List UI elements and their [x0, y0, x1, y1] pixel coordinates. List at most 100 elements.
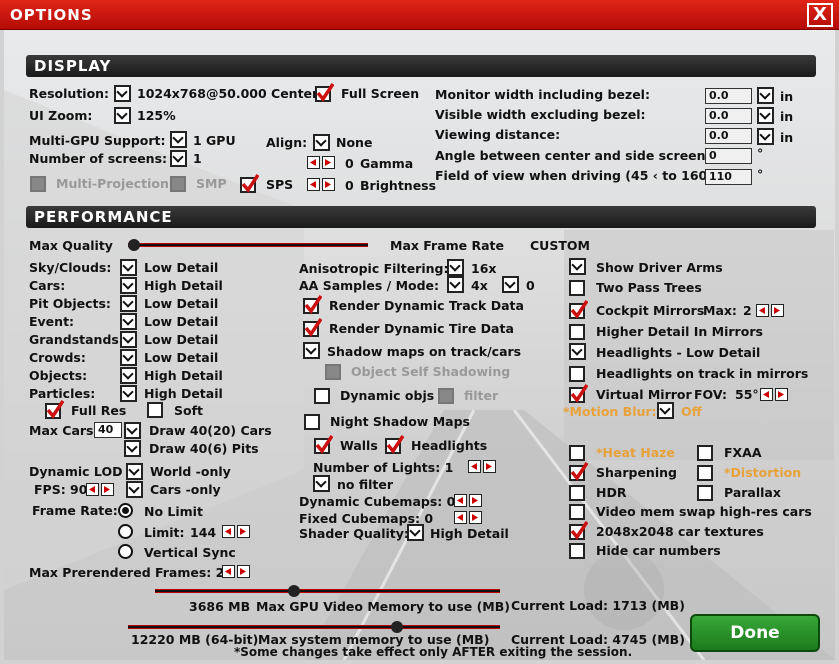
car-textures-checkbox[interactable] — [569, 521, 588, 540]
event-dropdown[interactable] — [120, 313, 137, 330]
monitor-width-input[interactable]: 0.0 — [705, 88, 752, 104]
sharpening-label: Sharpening — [596, 465, 677, 480]
gpu-memory-slider[interactable] — [155, 585, 500, 597]
vsync-radio[interactable] — [118, 544, 133, 559]
full-res-checkbox[interactable] — [45, 400, 64, 419]
dynamic-lod-dropdown[interactable] — [126, 463, 143, 480]
fps-increase-arrow[interactable] — [101, 483, 114, 496]
viewing-distance-input[interactable]: 0.0 — [705, 128, 752, 144]
lights-increase-arrow[interactable] — [483, 460, 496, 473]
full-screen-checkbox[interactable] — [315, 83, 334, 102]
fps-dropdown[interactable] — [126, 481, 143, 498]
aa-samples-dropdown[interactable] — [447, 276, 464, 293]
max-cars-input[interactable]: 40 — [94, 422, 122, 438]
prerendered-decrease-arrow[interactable] — [222, 565, 235, 578]
fxaa-checkbox[interactable] — [697, 445, 713, 461]
brightness-increase-arrow[interactable] — [322, 178, 335, 191]
render-track-checkbox[interactable] — [303, 295, 322, 314]
higher-mirrors-checkbox[interactable] — [569, 324, 585, 340]
quality-slider-knob[interactable] — [128, 239, 140, 251]
cockpit-mirrors-checkbox[interactable] — [569, 300, 588, 319]
brightness-decrease-arrow[interactable] — [307, 178, 320, 191]
virtual-mirror-checkbox[interactable] — [569, 384, 588, 403]
draw-cars-dropdown[interactable] — [124, 422, 141, 439]
aa-mode-value: 0 — [526, 278, 535, 293]
fov-input[interactable]: 110 — [705, 169, 752, 185]
sps-checkbox[interactable] — [240, 174, 259, 193]
multi-projection-checkbox[interactable] — [30, 176, 46, 192]
angle-input[interactable]: 0 — [705, 148, 752, 164]
align-dropdown[interactable] — [313, 134, 330, 151]
viewing-distance-unit-dropdown[interactable] — [757, 128, 774, 145]
two-pass-checkbox[interactable] — [569, 280, 585, 296]
close-button[interactable]: X — [807, 3, 833, 27]
prerendered-increase-arrow[interactable] — [237, 565, 250, 578]
angle-degree: ° — [757, 146, 764, 161]
resolution-dropdown[interactable] — [114, 85, 131, 102]
heat-haze-checkbox[interactable] — [569, 445, 585, 461]
visible-width-unit-dropdown[interactable] — [757, 107, 774, 124]
visible-width-input[interactable]: 0.0 — [705, 108, 752, 124]
walls-checkbox[interactable] — [314, 435, 333, 454]
objects-dropdown[interactable] — [120, 367, 137, 384]
vmem-swap-checkbox[interactable] — [569, 504, 585, 520]
filter-checkbox[interactable] — [438, 388, 454, 404]
headlights-mirrors-checkbox[interactable] — [569, 366, 585, 382]
self-shadowing-checkbox[interactable] — [325, 364, 341, 380]
aniso-dropdown[interactable] — [447, 259, 464, 276]
monitor-width-unit-dropdown[interactable] — [757, 87, 774, 104]
distortion-checkbox[interactable] — [697, 465, 713, 481]
screens-dropdown[interactable] — [170, 150, 187, 167]
show-arms-dropdown[interactable] — [569, 258, 586, 275]
gamma-increase-arrow[interactable] — [322, 156, 335, 169]
limit-decrease-arrow[interactable] — [222, 525, 235, 538]
shadow-maps-dropdown[interactable] — [303, 342, 320, 359]
fov-mirror-increase-arrow[interactable] — [775, 388, 788, 401]
hdr-checkbox[interactable] — [569, 485, 585, 501]
ui-zoom-dropdown[interactable] — [114, 107, 131, 124]
dynamic-objs-checkbox[interactable] — [314, 388, 330, 404]
render-tire-checkbox[interactable] — [303, 318, 322, 337]
arrow-right-icon — [104, 486, 110, 493]
particles-dropdown[interactable] — [120, 385, 137, 402]
pit-objects-dropdown[interactable] — [120, 295, 137, 312]
done-button[interactable]: Done — [690, 614, 820, 652]
parallax-checkbox[interactable] — [697, 485, 713, 501]
fps-decrease-arrow[interactable] — [86, 483, 99, 496]
no-limit-radio[interactable] — [118, 503, 133, 518]
crowds-dropdown[interactable] — [120, 349, 137, 366]
headlights-checkbox[interactable] — [385, 435, 404, 454]
gamma-decrease-arrow[interactable] — [307, 156, 320, 169]
dyn-cubemaps-increase-arrow[interactable] — [469, 494, 482, 507]
limit-radio[interactable] — [118, 524, 133, 539]
light-filter-dropdown[interactable] — [313, 475, 330, 492]
fixed-cubemaps-increase-arrow[interactable] — [469, 511, 482, 524]
cars-dropdown[interactable] — [120, 277, 137, 294]
headlights-detail-dropdown[interactable] — [569, 343, 586, 360]
mirrors-max-increase-arrow[interactable] — [771, 304, 784, 317]
lights-decrease-arrow[interactable] — [468, 460, 481, 473]
shader-dropdown[interactable] — [407, 524, 424, 541]
sky-dropdown[interactable] — [120, 259, 137, 276]
sharpening-checkbox[interactable] — [569, 462, 588, 481]
hide-numbers-checkbox[interactable] — [569, 543, 585, 559]
arrow-left-icon — [471, 463, 477, 470]
fixed-cubemaps-decrease-arrow[interactable] — [454, 511, 467, 524]
aa-mode-dropdown[interactable] — [502, 276, 519, 293]
limit-increase-arrow[interactable] — [237, 525, 250, 538]
mirrors-max-decrease-arrow[interactable] — [756, 304, 769, 317]
night-shadow-checkbox[interactable] — [304, 414, 320, 430]
smp-checkbox[interactable] — [170, 176, 186, 192]
dyn-cubemaps-decrease-arrow[interactable] — [454, 494, 467, 507]
fov-mirror-decrease-arrow[interactable] — [760, 388, 773, 401]
dyn-cubemaps-label: Dynamic Cubemaps: 0 — [299, 494, 456, 509]
grandstands-dropdown[interactable] — [120, 331, 137, 348]
multigpu-dropdown[interactable] — [170, 131, 187, 148]
monitor-width-label: Monitor width including bezel: — [435, 87, 650, 102]
draw-pits-dropdown[interactable] — [124, 440, 141, 457]
quality-slider[interactable] — [128, 239, 368, 251]
arrow-left-icon — [310, 181, 316, 188]
soft-checkbox[interactable] — [147, 402, 163, 418]
motion-blur-dropdown[interactable] — [657, 402, 674, 419]
system-memory-slider[interactable] — [128, 621, 500, 633]
